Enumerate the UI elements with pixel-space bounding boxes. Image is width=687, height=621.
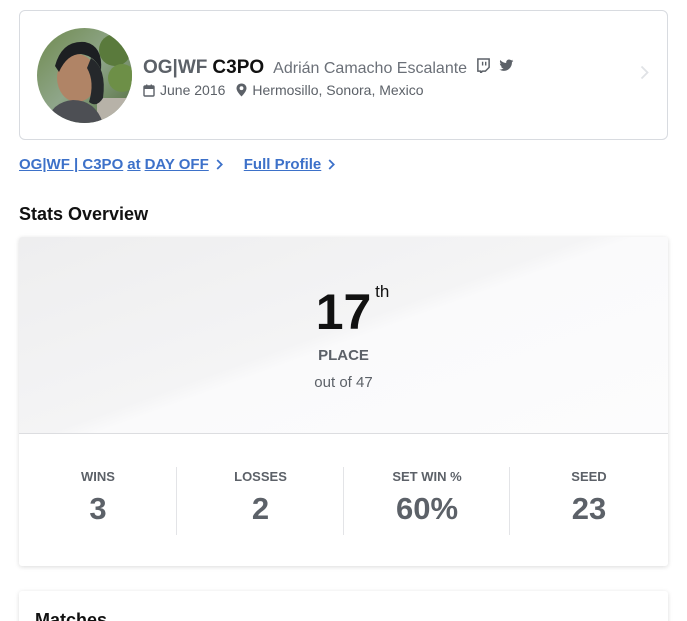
social-links <box>476 58 514 78</box>
stat-label: WINS <box>81 469 115 484</box>
placement-number: 17th <box>315 283 390 340</box>
profile-links: OG|WF | C3PO at DAY OFF Full Profile <box>19 156 336 173</box>
matches-card: Matches <box>19 591 668 621</box>
stat-seed: SEED 23 <box>510 435 668 566</box>
placement-suffix: th <box>375 282 390 301</box>
event-name-link[interactable]: DAY OFF <box>145 156 209 173</box>
twitter-icon[interactable] <box>499 59 514 77</box>
avatar <box>37 28 132 123</box>
stat-set-win-percent: SET WIN % 60% <box>344 435 510 566</box>
stat-value: 2 <box>251 491 270 526</box>
stat-value: 3 <box>89 491 107 526</box>
stats-row: WINS 3 LOSSES 2 SET WIN % 60% SEED 23 <box>19 435 668 566</box>
stat-wins: WINS 3 <box>19 435 177 566</box>
twitch-icon[interactable] <box>476 58 491 78</box>
full-profile-text[interactable]: Full Profile <box>244 156 322 173</box>
matches-title: Matches <box>35 610 108 621</box>
stat-value: 23 <box>571 491 607 526</box>
stat-label: SET WIN % <box>392 469 462 484</box>
team-prefix: OG|WF <box>143 57 208 78</box>
gamertag: C3PO <box>212 57 265 78</box>
stat-losses: LOSSES 2 <box>177 435 344 566</box>
stats-overview-card: 17th PLACE out of 47 WINS 3 LOSSES 2 SET… <box>19 237 668 566</box>
placement: 17th <box>19 283 668 340</box>
profile-card[interactable]: OG|WF C3PO Adrián Camacho Escalante June… <box>19 10 668 140</box>
placement-label: PLACE <box>318 347 369 364</box>
joined-text: June 2016 <box>160 82 226 98</box>
stat-label: LOSSES <box>234 469 287 484</box>
stat-value: 60% <box>395 491 459 526</box>
location: Hermosillo, Sonora, Mexico <box>236 82 424 98</box>
full-profile-link[interactable]: Full Profile <box>244 156 336 173</box>
profile-meta: June 2016 Hermosillo, Sonora, Mexico <box>143 82 435 98</box>
calendar-icon <box>143 84 155 97</box>
location-text: Hermosillo, Sonora, Mexico <box>252 82 424 98</box>
placement-value: 17 <box>315 284 372 340</box>
stats-overview-title: Stats Overview <box>19 204 149 224</box>
stat-label: SEED <box>571 469 607 484</box>
chevron-right-icon <box>328 159 336 170</box>
real-name: Adrián Camacho Escalante <box>273 60 468 77</box>
placement-out-of: out of 47 <box>314 374 373 391</box>
name-row: OG|WF C3PO Adrián Camacho Escalante <box>143 57 514 79</box>
chevron-right-icon[interactable] <box>640 65 649 85</box>
chevron-right-icon <box>216 159 223 170</box>
map-pin-icon <box>236 83 247 97</box>
entrant-at-text[interactable]: at <box>127 156 140 173</box>
entrant-event-link[interactable]: OG|WF | C3PO at DAY OFF <box>19 156 223 173</box>
entrant-tag-link[interactable]: OG|WF | C3PO <box>19 156 123 173</box>
placement-panel: 17th PLACE out of 47 <box>19 237 668 434</box>
joined-date: June 2016 <box>143 82 225 98</box>
